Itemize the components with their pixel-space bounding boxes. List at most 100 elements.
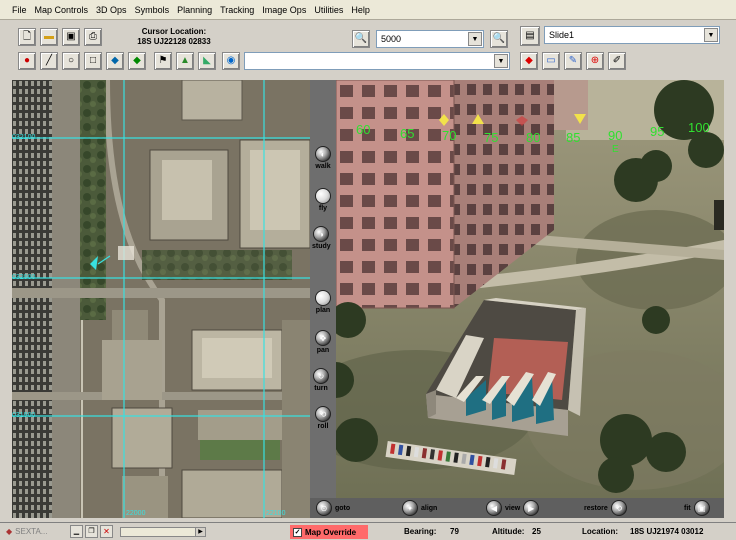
menu-help[interactable]: Help — [347, 5, 374, 15]
chevron-down-icon[interactable]: ▼ — [704, 28, 718, 42]
zoom-in-icon[interactable]: 🔍 — [352, 30, 370, 48]
plan-button[interactable]: plan — [315, 290, 331, 314]
close-icon[interactable]: ✕ — [100, 525, 113, 538]
compass-tick-90: 90 — [608, 128, 623, 143]
compass-tick-60: 60 — [356, 122, 371, 137]
grid-label-031900: 031900 — [12, 412, 36, 419]
application-window: File Map Controls 3D Ops Symbols Plannin… — [0, 0, 736, 540]
cursor-location-label: Cursor Location: — [141, 27, 207, 36]
fit-button[interactable]: fit ▣ — [684, 500, 710, 516]
menu-planning[interactable]: Planning — [173, 5, 216, 15]
menu-utilities[interactable]: Utilities — [310, 5, 347, 15]
goto-label: goto — [335, 504, 351, 512]
menu-tracking[interactable]: Tracking — [216, 5, 258, 15]
image-window-icon[interactable]: ▭ — [542, 52, 560, 70]
chevron-down-icon[interactable]: ▼ — [494, 54, 508, 68]
menu-file[interactable]: File — [8, 5, 31, 15]
fit-icon: ▣ — [693, 500, 710, 516]
new-file-icon[interactable]: 🗋 — [18, 28, 36, 46]
compass-tick-80: 80 — [526, 130, 541, 145]
scale-value: 5000 — [381, 34, 402, 44]
altitude-value: 25 — [532, 527, 541, 536]
compass-tick-75: 75 — [484, 130, 499, 145]
navigation-sidebar: ◐ walk fly ◑ study plan ✥ pan ↻ turn ⟲ r… — [310, 80, 336, 518]
measure-tool-icon[interactable]: ⚑ — [154, 52, 172, 70]
chevron-down-icon[interactable]: ▼ — [468, 32, 482, 46]
scale-combo[interactable]: 5000 ▼ — [376, 30, 484, 48]
view-button[interactable]: ◀ view ▶ — [486, 500, 540, 516]
open-folder-icon[interactable]: ▬ — [40, 28, 58, 46]
menu-3d-ops[interactable]: 3D Ops — [92, 5, 131, 15]
turn-button[interactable]: ↻ turn — [313, 368, 329, 392]
pan-button[interactable]: ✥ pan — [315, 330, 331, 354]
study-button[interactable]: ◑ study — [312, 226, 331, 250]
save-icon[interactable]: ▣ — [62, 28, 80, 46]
slide-combo[interactable]: Slide1 ▼ — [544, 26, 720, 44]
bearing-value: 79 — [450, 527, 459, 536]
compass-tick-65: 65 — [400, 126, 415, 141]
taskbar-item[interactable]: ◆ SEXTA... — [6, 524, 66, 538]
goto-icon: ⊙ — [316, 500, 332, 516]
slide-value: Slide1 — [549, 30, 575, 40]
align-label: align — [421, 504, 438, 512]
line-tool-icon[interactable]: ╱ — [40, 52, 58, 70]
align-icon: ✦ — [402, 500, 418, 516]
compass-tick-100: 100 — [688, 120, 710, 135]
compass-marker-east: E — [612, 144, 619, 155]
grid-label-22100: 22100 — [266, 510, 286, 517]
terrain-icon[interactable]: ▲ — [176, 52, 194, 70]
roll-button[interactable]: ⟲ roll — [315, 406, 331, 430]
edit-pencil-icon[interactable]: ✎ — [564, 52, 582, 70]
map-override-toggle[interactable]: ✓ Map Override — [290, 525, 368, 539]
aerial-imagery — [12, 80, 310, 518]
menu-bar: File Map Controls 3D Ops Symbols Plannin… — [0, 0, 736, 20]
goto-button[interactable]: ⊙ goto — [316, 500, 350, 516]
study-icon: ◑ — [313, 226, 330, 242]
menu-map-controls[interactable]: Map Controls — [31, 5, 93, 15]
fly-button[interactable]: fly — [315, 188, 331, 212]
walk-icon: ◐ — [315, 146, 331, 162]
horizontal-scrollbar[interactable]: ▶ — [120, 527, 206, 537]
map-override-checkbox[interactable]: ✓ — [293, 527, 302, 537]
menu-image-ops[interactable]: Image Ops — [258, 5, 310, 15]
print-icon[interactable]: ⎙ — [84, 28, 102, 46]
symbol-tool-icon[interactable]: ● — [18, 52, 36, 70]
restore-window-icon[interactable]: ❐ — [85, 525, 98, 538]
tools-icon[interactable]: ✐ — [608, 52, 626, 70]
study-label: study — [312, 243, 331, 250]
menu-symbols[interactable]: Symbols — [131, 5, 174, 15]
view-label: view — [505, 504, 521, 512]
command-combo[interactable]: ▼ — [244, 52, 510, 70]
map-override-label: Map Override — [305, 527, 357, 537]
pan-icon: ✥ — [315, 330, 331, 346]
red-diamond-icon[interactable]: ◆ — [520, 52, 538, 70]
rectangle-tool-icon[interactable]: □ — [84, 52, 102, 70]
walk-button[interactable]: ◐ walk — [315, 146, 331, 170]
align-button[interactable]: ✦ align — [402, 500, 437, 516]
perspective-3d-view[interactable]: 60 65 70 75 80 85 90 95 100 E — [336, 80, 724, 498]
grid-label-032000: 032000 — [12, 274, 36, 281]
restore-button[interactable]: restore ⟲ — [584, 500, 627, 516]
overlay-icon[interactable]: ◆ — [128, 52, 146, 70]
compass-tick-85: 85 — [566, 130, 581, 145]
target-icon[interactable]: ⊕ — [586, 52, 604, 70]
globe-icon[interactable]: ◉ — [222, 52, 240, 70]
app-logo-icon: ◆ — [6, 526, 13, 536]
view-controls-bar: ⊙ goto ✦ align ◀ view ▶ restore ⟲ fit ▣ — [310, 498, 724, 518]
layers-icon[interactable]: ◆ — [106, 52, 124, 70]
roll-icon: ⟲ — [315, 406, 331, 422]
map-2d-view[interactable]: 032100 032000 031900 22000 22100 — [12, 80, 310, 518]
zoom-out-icon[interactable]: 🔍 — [490, 30, 508, 48]
restore-icon: ⟲ — [610, 500, 627, 516]
fly-label: fly — [318, 205, 328, 212]
cursor-location-value: 18S UJ22128 02833 — [137, 37, 211, 46]
scroll-right-icon[interactable]: ▶ — [195, 528, 205, 536]
fly-icon — [315, 188, 331, 204]
minimize-icon[interactable]: ▁ — [70, 525, 83, 538]
turn-label: turn — [314, 385, 328, 392]
circle-tool-icon[interactable]: ○ — [62, 52, 80, 70]
route-icon[interactable]: ◣ — [198, 52, 216, 70]
status-bar: ◆ SEXTA... ▁ ❐ ✕ ▶ ✓ Map Override Bearin… — [0, 522, 736, 540]
slide-presentation-icon[interactable]: ▤ — [520, 26, 540, 46]
walk-label: walk — [315, 163, 331, 170]
